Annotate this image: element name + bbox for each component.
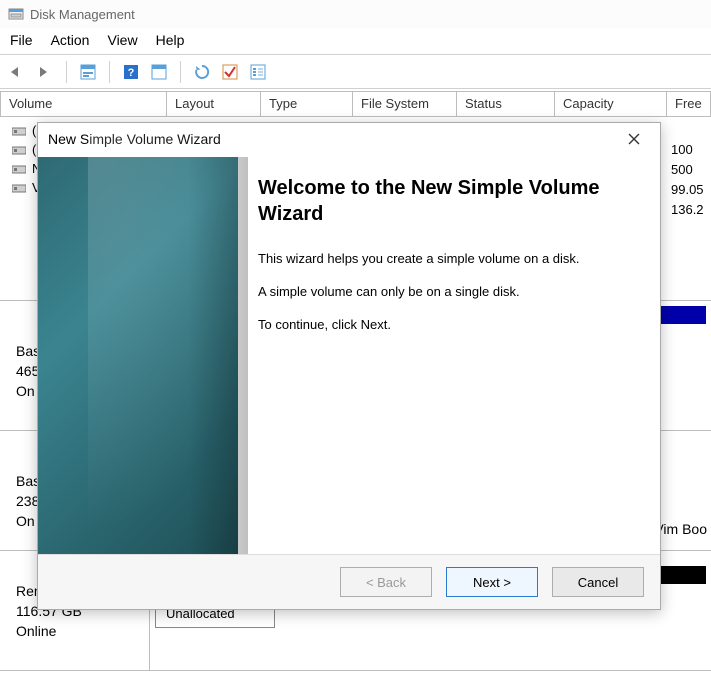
drive-icon [12, 144, 26, 156]
free-value: 500 [671, 160, 711, 180]
next-button[interactable]: Next > [446, 567, 538, 597]
list-icon[interactable] [247, 61, 269, 83]
col-layout[interactable]: Layout [166, 92, 260, 116]
drive-icon [12, 163, 26, 175]
help-icon[interactable]: ? [120, 61, 142, 83]
menu-action[interactable]: Action [51, 32, 90, 48]
disk-mgmt-icon [8, 6, 24, 22]
volume-name: ( [32, 123, 36, 138]
refresh-icon[interactable] [191, 61, 213, 83]
menu-help[interactable]: Help [156, 32, 185, 48]
back-arrow-icon[interactable] [6, 61, 28, 83]
properties-icon[interactable] [77, 61, 99, 83]
col-status[interactable]: Status [456, 92, 554, 116]
panel-icon[interactable] [148, 61, 170, 83]
menu-bar: File Action View Help [0, 28, 711, 55]
free-value: 100 [671, 140, 711, 160]
cancel-button[interactable]: Cancel [552, 567, 644, 597]
forward-arrow-icon[interactable] [34, 61, 56, 83]
menu-file[interactable]: File [10, 32, 33, 48]
drive-icon [12, 125, 26, 137]
col-capacity[interactable]: Capacity [554, 92, 666, 116]
wizard-sidebar-art [38, 157, 238, 554]
volume-name: ( [32, 142, 36, 157]
free-value: 99.05 [671, 180, 711, 200]
checkmark-icon[interactable] [219, 61, 241, 83]
back-button: < Back [340, 567, 432, 597]
close-icon[interactable] [618, 126, 650, 152]
svg-text:?: ? [128, 67, 135, 79]
new-simple-volume-wizard: New Simple Volume Wizard Welcome to the … [37, 122, 661, 610]
col-volume[interactable]: Volume [0, 92, 166, 116]
col-type[interactable]: Type [260, 92, 352, 116]
volume-table-header: Volume Layout Type File System Status Ca… [0, 91, 711, 117]
drive-icon [12, 182, 26, 194]
app-titlebar: Disk Management [0, 0, 711, 28]
free-space-column: 100 500 99.05 136.2 [671, 140, 711, 220]
menu-view[interactable]: View [107, 32, 137, 48]
app-title: Disk Management [30, 7, 135, 22]
col-free[interactable]: Free [666, 92, 710, 116]
free-value: 136.2 [671, 200, 711, 220]
col-filesystem[interactable]: File System [352, 92, 456, 116]
toolbar: ? [0, 55, 711, 89]
